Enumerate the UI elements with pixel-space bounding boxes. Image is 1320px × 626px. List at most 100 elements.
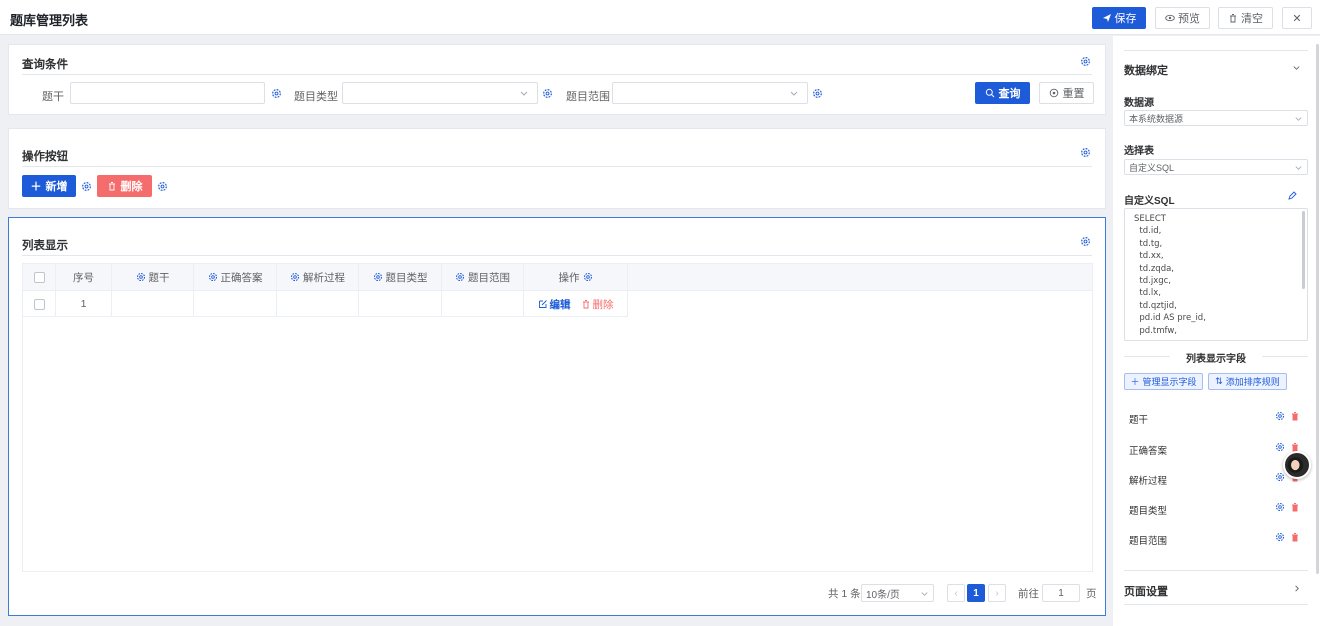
save-button[interactable]: 保存 [1092,7,1146,29]
table-select[interactable]: 自定义SQL [1124,159,1308,175]
edit-icon[interactable] [1287,191,1297,201]
gear-icon [208,272,217,282]
divider [1124,356,1170,357]
field-label-range: 题目范围 [566,91,610,103]
field-label-tg: 题干 [42,91,64,103]
property-panel: 数据绑定 数据源 本系统数据源 选择表 自定义SQL 自定义SQL SELECT… [1113,36,1320,626]
col-type[interactable]: 题目类型 [359,264,442,290]
field-item: 题干 [1129,415,1149,426]
gear-icon[interactable] [542,88,553,99]
preview-button[interactable]: 预览 [1155,7,1210,29]
gear-icon [290,272,300,282]
page-settings-title[interactable]: 页面设置 [1124,583,1168,599]
divider [22,74,1092,75]
field-item: 题目类型 [1129,506,1168,517]
gear-icon[interactable] [1080,236,1091,247]
type-select[interactable] [342,82,538,104]
source-label: 数据源 [1124,98,1154,109]
trash-icon [108,182,115,191]
cell-index: 1 [56,291,112,317]
actions-title: 操作按钮 [22,151,68,163]
close-button[interactable]: ✕ [1282,7,1312,29]
trash-icon[interactable] [1290,502,1300,512]
cell-tg [112,291,194,317]
goto-page-input[interactable]: 1 [1042,584,1080,602]
col-actions[interactable]: 操作 [524,264,628,290]
edit-link[interactable]: 编辑 [538,297,571,312]
manage-fields-button[interactable]: ＋ 管理显示字段 [1124,373,1203,390]
chevron-down-icon[interactable] [1292,63,1301,72]
eye-icon [1165,14,1175,22]
plus-icon: ＋ [30,181,42,193]
gear-icon[interactable] [1275,532,1285,542]
sort-icon: ⇅ [1215,376,1223,386]
col-range[interactable]: 题目范围 [442,264,524,290]
gear-icon[interactable] [1275,472,1285,482]
reset-button[interactable]: 重置 [1039,82,1094,104]
table-row: 1 编辑 删除 [23,291,628,317]
search-button[interactable]: 查询 [975,82,1030,104]
binding-title: 数据绑定 [1124,65,1168,77]
sql-label: 自定义SQL [1124,196,1175,207]
actions-card[interactable]: 操作按钮 ＋ 新增 删除 [8,128,1106,209]
divider [1124,50,1308,51]
gear-icon[interactable] [812,88,823,99]
source-select[interactable]: 本系统数据源 [1124,110,1308,126]
page-size-select[interactable]: 10条/页 [861,584,934,602]
trash-icon[interactable] [1290,532,1300,542]
gear-icon[interactable] [157,181,168,192]
trash-icon[interactable] [1290,411,1300,421]
gear-icon[interactable] [271,88,282,99]
col-tg[interactable]: 题干 [112,264,194,290]
col-index: 序号 [56,264,112,290]
list-title: 列表显示 [22,240,68,252]
search-icon [985,88,994,98]
table-label: 选择表 [1124,146,1154,157]
divider [22,255,1092,256]
gear-icon[interactable] [1275,502,1285,512]
edit-icon [538,300,547,308]
gear-icon[interactable] [1275,442,1285,452]
panel-scrollbar[interactable] [1316,44,1319,574]
delete-link[interactable]: 删除 [581,297,614,312]
gear-icon [373,272,382,282]
chevron-down-icon [790,91,798,96]
gear-icon [455,272,465,282]
cell-answer [194,291,277,317]
page-unit: 页 [1086,587,1097,600]
list-card[interactable]: 列表显示 序号 题干 正确答案 解析过程 题目类型 题目范围 操作 1 编辑 删… [8,217,1106,616]
range-select[interactable] [612,82,808,104]
assistant-avatar[interactable] [1283,451,1311,479]
cell-analysis [277,291,359,317]
gear-icon[interactable] [1080,147,1091,158]
send-icon [1102,14,1111,22]
page-1-button[interactable]: 1 [967,584,985,602]
next-page-button[interactable]: › [988,584,1006,602]
sql-textarea[interactable]: SELECT td.id, td.tg, td.xx, td.zqda, td.… [1124,208,1308,341]
fields-title: 列表显示字段 [1186,354,1246,365]
sql-scrollbar[interactable] [1302,211,1305,289]
chevron-right-icon[interactable] [1292,584,1301,593]
chevron-down-icon [1295,117,1302,121]
delete-button[interactable]: 删除 [97,175,152,197]
divider [1124,570,1308,571]
add-button[interactable]: ＋ 新增 [22,175,76,197]
row-checkbox[interactable] [23,291,56,317]
cell-type [359,291,442,317]
query-card[interactable]: 查询条件 题干 题目类型 题目范围 查询 重置 [8,44,1106,115]
tg-input[interactable] [70,82,265,104]
query-title: 查询条件 [22,59,68,71]
trash-icon [582,300,589,309]
gear-icon [136,272,145,282]
col-analysis[interactable]: 解析过程 [277,264,359,290]
gear-icon[interactable] [81,181,92,192]
select-all-checkbox[interactable] [23,264,56,290]
close-icon: ✕ [1292,12,1302,25]
col-answer[interactable]: 正确答案 [194,264,277,290]
gear-icon[interactable] [1080,56,1091,67]
gear-icon[interactable] [1275,411,1285,421]
clear-button[interactable]: 清空 [1218,7,1273,29]
add-sort-button[interactable]: ⇅ 添加排序规则 [1208,373,1287,390]
field-label-type: 题目类型 [294,91,338,103]
prev-page-button[interactable]: ‹ [947,584,965,602]
